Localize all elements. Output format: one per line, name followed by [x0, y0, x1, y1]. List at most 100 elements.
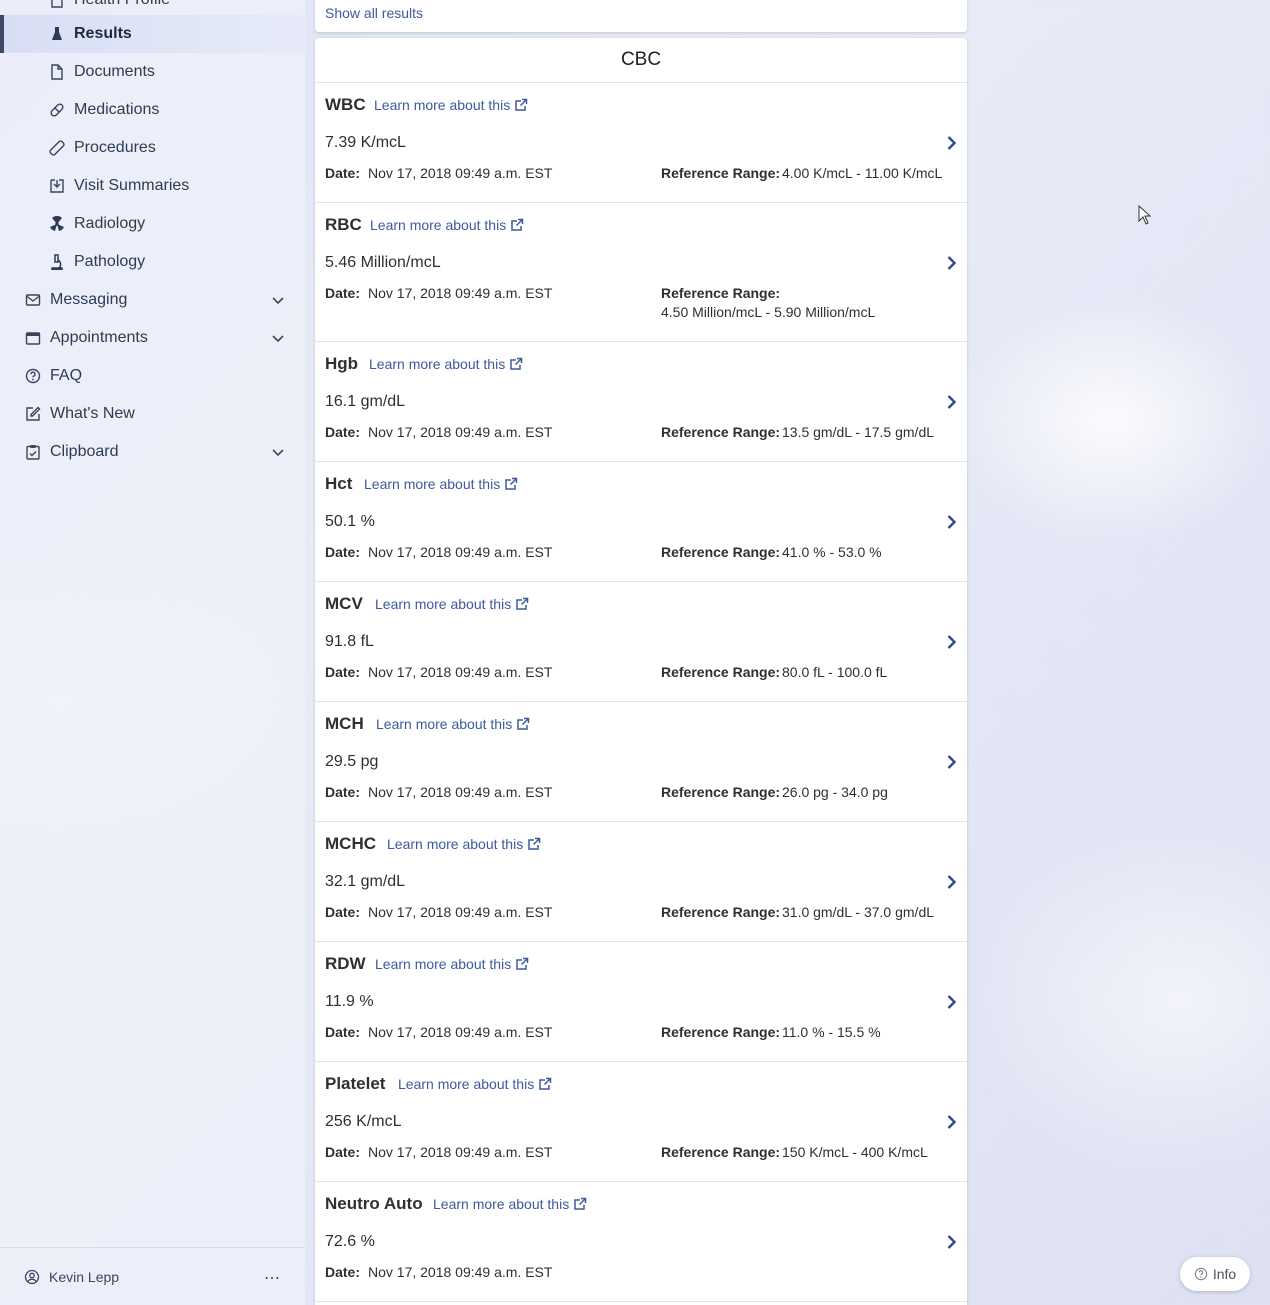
chevron-right-icon[interactable] — [946, 255, 957, 271]
learn-more-label: Learn more about this — [370, 217, 507, 233]
reference-range-label: Reference Range: — [661, 424, 781, 440]
chevron-right-icon[interactable] — [946, 874, 957, 890]
result-value: 256 K/mcL — [325, 1113, 402, 1130]
chevron-right-icon[interactable] — [946, 1114, 957, 1130]
chevron-right-icon[interactable] — [946, 994, 957, 1010]
external-link-icon — [517, 717, 530, 730]
result-row[interactable]: Hgb Learn more about this 16.1 gm/dL Date: N… — [315, 342, 967, 462]
sidebar-item-whats-new[interactable]: What's New — [0, 395, 305, 433]
external-link-icon — [505, 477, 518, 490]
sidebar-item-faq[interactable]: FAQ — [0, 357, 305, 395]
panel-title: CBC — [315, 38, 967, 83]
learn-more-link[interactable]: Learn more about this — [387, 836, 541, 852]
date-label: Date: — [325, 285, 361, 301]
learn-more-link[interactable]: Learn more about this — [376, 716, 530, 732]
chevron-down-icon[interactable] — [271, 445, 285, 459]
result-value: 32.1 gm/dL — [325, 873, 406, 890]
result-row[interactable]: RBC Learn more about this 5.46 Million/mcL… — [315, 203, 967, 342]
sidebar-item-medications[interactable]: Medications — [0, 91, 305, 129]
radiation-icon — [48, 216, 65, 233]
sidebar-item-clipboard[interactable]: Clipboard — [0, 433, 305, 471]
result-row[interactable]: WBC Learn more about this 7.39 K/mcL Date: N… — [315, 83, 967, 203]
result-name: Neutro Auto — [325, 1194, 423, 1213]
result-date: Nov 17, 2018 09:49 a.m. EST — [368, 1264, 553, 1280]
pill-icon — [48, 102, 65, 119]
more-options-icon[interactable]: ⋯ — [264, 1268, 281, 1288]
user-menu[interactable]: Kevin Lepp ⋯ — [0, 1247, 305, 1305]
result-row[interactable]: MCHC Learn more about this 32.1 gm/dL Date:… — [315, 822, 967, 942]
sidebar-item-label: What's New — [50, 405, 135, 422]
chevron-down-icon[interactable] — [271, 331, 285, 345]
results-summary-card: Show all results — [315, 0, 967, 32]
info-label: Info — [1212, 1266, 1237, 1282]
show-all-results-link[interactable]: Show all results — [325, 5, 423, 21]
learn-more-link[interactable]: Learn more about this — [370, 217, 524, 233]
chevron-right-icon[interactable] — [946, 1234, 957, 1250]
result-value: 72.6 % — [325, 1233, 375, 1250]
result-date: Nov 17, 2018 09:49 a.m. EST — [368, 664, 553, 680]
document-icon — [48, 64, 65, 81]
reference-range-value: 11.0 % - 15.5 % — [782, 1024, 881, 1040]
microscope-icon — [48, 254, 65, 271]
result-date: Nov 17, 2018 09:49 a.m. EST — [368, 1144, 553, 1160]
learn-more-link[interactable]: Learn more about this — [374, 97, 528, 113]
learn-more-link[interactable]: Learn more about this — [433, 1196, 587, 1212]
external-link-icon — [515, 98, 528, 111]
sidebar-item-label: Medications — [74, 101, 160, 118]
document-icon — [48, 0, 65, 9]
learn-more-link[interactable]: Learn more about this — [364, 476, 518, 492]
sidebar-item-pathology[interactable]: Pathology — [0, 243, 305, 281]
result-date: Nov 17, 2018 09:49 a.m. EST — [368, 784, 553, 800]
result-date: Nov 17, 2018 09:49 a.m. EST — [368, 424, 553, 440]
result-name: Platelet — [325, 1074, 386, 1093]
result-row[interactable]: MCH Learn more about this 29.5 pg Date: Nov … — [315, 702, 967, 822]
chevron-right-icon[interactable] — [946, 394, 957, 410]
chevron-right-icon[interactable] — [946, 514, 957, 530]
learn-more-link[interactable]: Learn more about this — [369, 356, 523, 372]
sidebar-item-procedures[interactable]: Procedures — [0, 129, 305, 167]
chevron-right-icon[interactable] — [946, 135, 957, 151]
date-label: Date: — [325, 1024, 361, 1040]
mail-icon — [24, 292, 41, 309]
result-value: 91.8 fL — [325, 633, 374, 650]
result-date: Nov 17, 2018 09:49 a.m. EST — [368, 1024, 553, 1040]
result-row[interactable]: Platelet Learn more about this 256 K/mcL Da… — [315, 1062, 967, 1182]
sidebar-item-label: FAQ — [50, 367, 83, 384]
external-link-icon — [528, 837, 541, 850]
result-value: 11.9 % — [325, 993, 374, 1010]
learn-more-link[interactable]: Learn more about this — [398, 1076, 552, 1092]
reference-range-label: Reference Range: — [661, 904, 781, 920]
sidebar-item-results[interactable]: Results — [0, 15, 305, 53]
date-label: Date: — [325, 1144, 361, 1160]
result-row[interactable]: Neutro Auto Learn more about this 72.6 % Da… — [315, 1182, 967, 1302]
result-row[interactable]: RDW Learn more about this 11.9 % Date: Nov 1… — [315, 942, 967, 1062]
results-list: WBC Learn more about this 7.39 K/mcL Date: N… — [315, 83, 967, 1302]
reference-range-value: 41.0 % - 53.0 % — [782, 544, 882, 560]
sidebar-item-appointments[interactable]: Appointments — [0, 319, 305, 357]
result-value: 5.46 Million/mcL — [325, 254, 441, 271]
chevron-right-icon[interactable] — [946, 634, 957, 650]
result-name: Hct — [325, 474, 353, 493]
sidebar-item-label: Documents — [74, 63, 155, 80]
result-row[interactable]: MCV Learn more about this 91.8 fL Date: Nov … — [315, 582, 967, 702]
external-link-icon — [574, 1197, 587, 1210]
sidebar-item-label: Results — [74, 25, 132, 42]
external-link-icon — [511, 218, 524, 231]
chevron-down-icon[interactable] — [271, 293, 285, 307]
reference-range-value: 4.00 K/mcL - 11.00 K/mcL — [782, 165, 943, 181]
reference-range-label: Reference Range: — [661, 784, 781, 800]
info-button[interactable]: Info — [1180, 1257, 1250, 1291]
date-label: Date: — [325, 424, 361, 440]
sidebar-item-label: Health Profile — [74, 0, 170, 9]
cbc-results-panel: CBC WBC Learn more about this 7.39 K/mcL Da… — [315, 38, 967, 1305]
learn-more-link[interactable]: Learn more about this — [375, 956, 529, 972]
chevron-right-icon[interactable] — [946, 754, 957, 770]
sidebar-item-visit-summaries[interactable]: Visit Summaries — [0, 167, 305, 205]
sidebar-item-messaging[interactable]: Messaging — [0, 281, 305, 319]
sidebar-item-documents[interactable]: Documents — [0, 53, 305, 91]
date-label: Date: — [325, 664, 361, 680]
result-row[interactable]: Hct Learn more about this 50.1 % Date: Nov 1… — [315, 462, 967, 582]
learn-more-label: Learn more about this — [369, 356, 506, 372]
sidebar-item-radiology[interactable]: Radiology — [0, 205, 305, 243]
learn-more-link[interactable]: Learn more about this — [375, 596, 529, 612]
